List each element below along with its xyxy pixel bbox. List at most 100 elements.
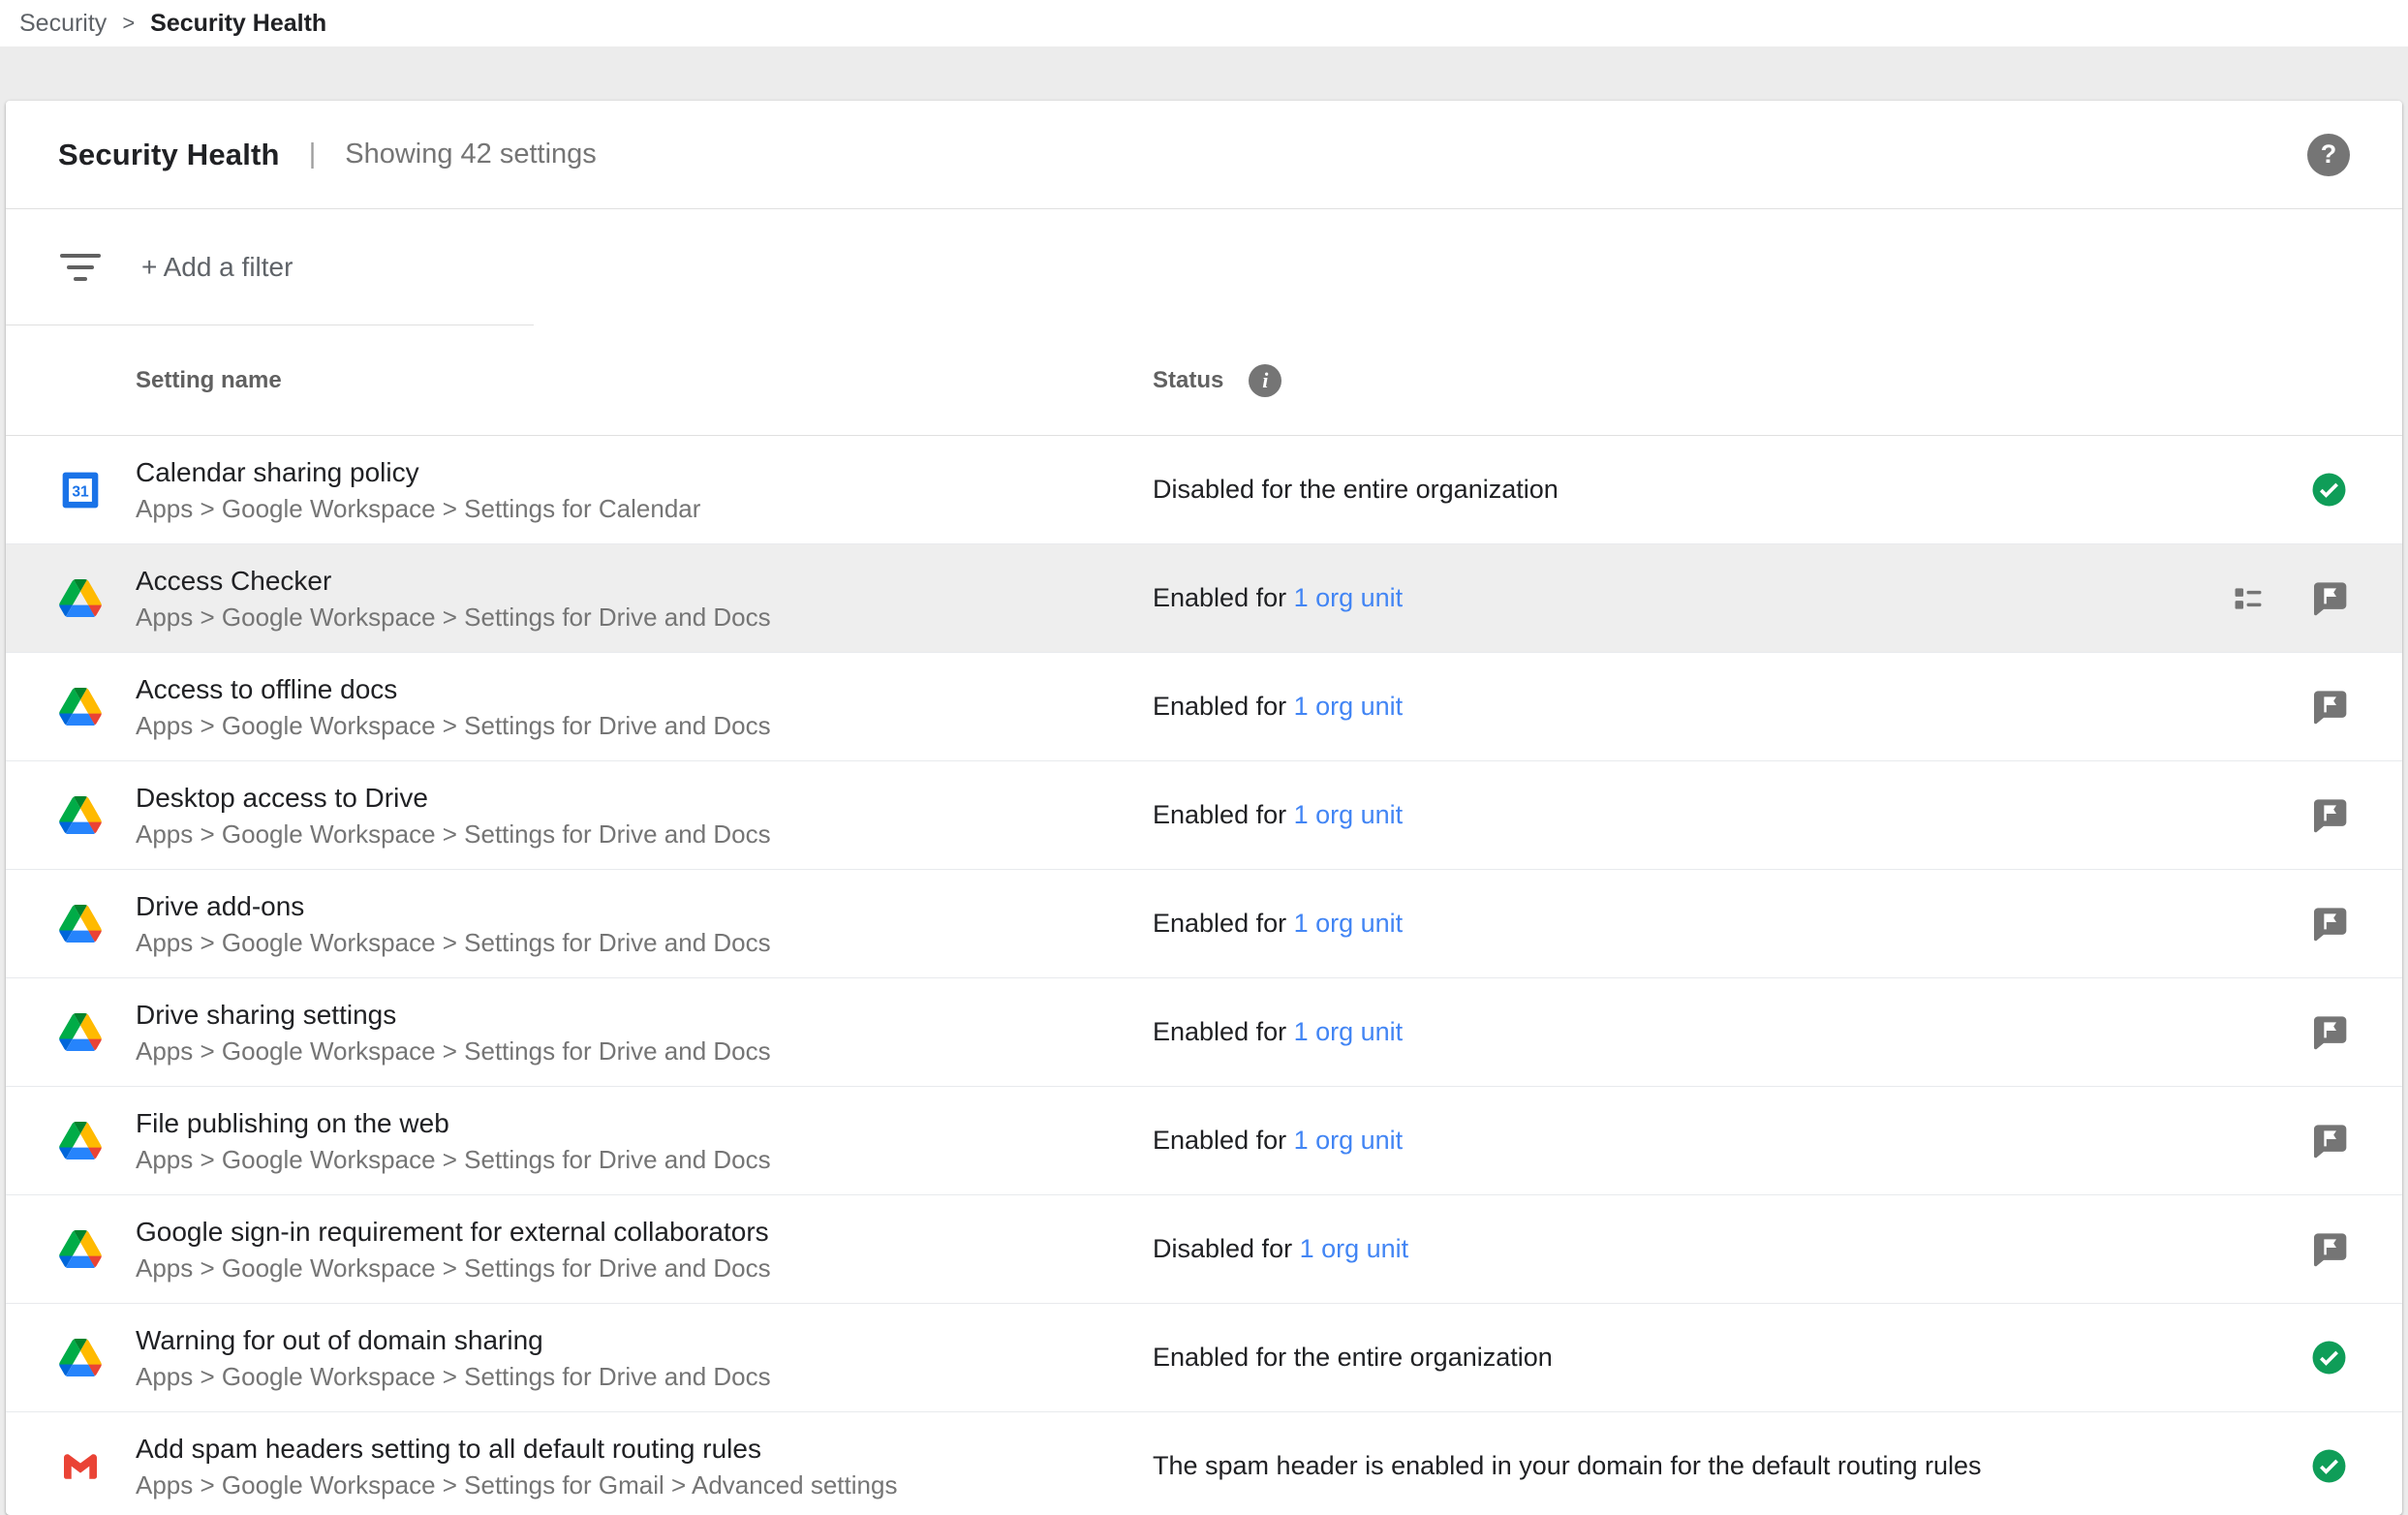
status-cell: Enabled for 1 org unit [1153,1126,2199,1156]
table-row[interactable]: 31 Desktop access to Drive Apps > Google… [6,761,2402,870]
table-row[interactable]: 31 Google sign-in requirement for extern… [6,1195,2402,1304]
setting-title: Add spam headers setting to all default … [136,1431,1153,1468]
status-badges [2228,1011,2350,1054]
table-row[interactable]: 31 Add spam headers setting to all defau… [6,1412,2402,1515]
drive-icon [59,1339,102,1376]
status-cell: Disabled for 1 org unit [1153,1234,2199,1264]
org-unit-link[interactable]: 1 org unit [1294,800,1404,829]
setting-app-icon: 31 [58,685,103,729]
setting-info: Access to offline docs Apps > Google Wor… [136,671,1153,743]
breadcrumb-separator-icon: > [122,11,135,36]
recommendation-flag-icon[interactable] [2307,1011,2350,1054]
status-badges [2228,1120,2350,1162]
status-cell: Enabled for 1 org unit [1153,583,2199,613]
table-row[interactable]: 31 Access Checker Apps > Google Workspac… [6,544,2402,653]
setting-info: File publishing on the web Apps > Google… [136,1105,1153,1177]
status-text: The spam header is enabled in your domai… [1153,1451,1982,1480]
status-badges [2228,469,2350,511]
setting-app-icon: 31 [58,1227,103,1272]
setting-path: Apps > Google Workspace > Settings for C… [136,491,1153,526]
drive-icon [59,905,102,943]
setting-app-icon: 31 [58,576,103,621]
breadcrumb-current: Security Health [150,10,326,38]
setting-info: Warning for out of domain sharing Apps >… [136,1322,1153,1394]
setting-title: Google sign-in requirement for external … [136,1214,1153,1251]
calendar-icon: 31 [59,469,102,511]
table-row[interactable]: 31 Calendar sharing policy Apps > Google… [6,436,2402,544]
settings-table-body: 31 Calendar sharing policy Apps > Google… [6,436,2402,1515]
status-cell: Disabled for the entire organization [1153,475,2199,505]
org-unit-link[interactable]: 1 org unit [1294,692,1404,721]
setting-app-icon: 31 [58,468,103,512]
recommendation-flag-icon[interactable] [2307,1120,2350,1162]
drive-icon [59,1013,102,1051]
recommendation-flag-icon[interactable] [2307,1228,2350,1271]
setting-path: Apps > Google Workspace > Settings for D… [136,1034,1153,1068]
status-cell: Enabled for 1 org unit [1153,692,2199,722]
table-row[interactable]: 31 Warning for out of domain sharing App… [6,1304,2402,1412]
status-cell: Enabled for 1 org unit [1153,909,2199,939]
status-ok-icon [2307,1445,2350,1488]
setting-title: Calendar sharing policy [136,454,1153,491]
status-text: Enabled for [1153,692,1294,721]
setting-info: Drive add-ons Apps > Google Workspace > … [136,888,1153,960]
setting-app-icon: 31 [58,1010,103,1055]
status-text: Disabled for [1153,1234,1300,1263]
recommendation-flag-icon[interactable] [2307,686,2350,728]
setting-path: Apps > Google Workspace > Settings for D… [136,708,1153,743]
settings-count: Showing 42 settings [345,139,597,170]
setting-path: Apps > Google Workspace > Settings for D… [136,600,1153,634]
status-text: Disabled for the entire organization [1153,475,1559,504]
drive-icon [59,1122,102,1159]
status-badges [2228,903,2350,945]
recommendation-flag-icon[interactable] [2307,577,2350,620]
setting-path: Apps > Google Workspace > Settings for D… [136,925,1153,960]
table-row[interactable]: 31 File publishing on the web Apps > Goo… [6,1087,2402,1195]
page-title: Security Health [58,138,280,172]
info-icon[interactable]: i [1249,364,1281,397]
card-header: Security Health | Showing 42 settings ? [6,101,2402,209]
table-row[interactable]: 31 Access to offline docs Apps > Google … [6,653,2402,761]
setting-title: File publishing on the web [136,1105,1153,1142]
setting-app-icon: 31 [58,793,103,838]
status-cell: Enabled for the entire organization [1153,1343,2199,1373]
setting-title: Drive add-ons [136,888,1153,925]
org-units-icon [2228,581,2269,616]
setting-path: Apps > Google Workspace > Settings for D… [136,1251,1153,1285]
org-unit-link[interactable]: 1 org unit [1300,1234,1409,1263]
drive-icon [59,579,102,617]
status-cell: The spam header is enabled in your domai… [1153,1451,2199,1481]
help-icon[interactable]: ? [2307,134,2350,176]
setting-path: Apps > Google Workspace > Settings for D… [136,1359,1153,1394]
add-filter-button[interactable]: + Add a filter [141,252,293,283]
setting-app-icon: 31 [58,1336,103,1380]
status-badges [2228,1228,2350,1271]
drive-icon [59,1230,102,1268]
table-row[interactable]: 31 Drive add-ons Apps > Google Workspace… [6,870,2402,978]
setting-info: Google sign-in requirement for external … [136,1214,1153,1285]
setting-info: Desktop access to Drive Apps > Google Wo… [136,780,1153,851]
status-text: Enabled for [1153,909,1294,938]
drive-icon [59,796,102,834]
filter-bar[interactable]: + Add a filter [6,209,2402,325]
setting-title: Drive sharing settings [136,997,1153,1034]
status-text: Enabled for [1153,800,1294,829]
org-unit-link[interactable]: 1 org unit [1294,1126,1404,1155]
org-unit-link[interactable]: 1 org unit [1294,1017,1404,1046]
org-unit-link[interactable]: 1 org unit [1294,909,1404,938]
setting-path: Apps > Google Workspace > Settings for D… [136,1142,1153,1177]
table-row[interactable]: 31 Drive sharing settings Apps > Google … [6,978,2402,1087]
org-unit-link[interactable]: 1 org unit [1294,583,1404,612]
recommendation-flag-icon[interactable] [2307,903,2350,945]
breadcrumb: Security > Security Health [0,0,2408,46]
breadcrumb-parent[interactable]: Security [19,10,107,38]
setting-info: Add spam headers setting to all default … [136,1431,1153,1502]
setting-path: Apps > Google Workspace > Settings for D… [136,817,1153,851]
recommendation-flag-icon[interactable] [2307,794,2350,837]
status-text: Enabled for the entire organization [1153,1343,1553,1372]
setting-info: Access Checker Apps > Google Workspace >… [136,563,1153,634]
setting-title: Access Checker [136,563,1153,600]
table-header: Setting name Status i [6,325,2402,436]
column-status: Status i [1153,364,1281,397]
setting-info: Calendar sharing policy Apps > Google Wo… [136,454,1153,526]
